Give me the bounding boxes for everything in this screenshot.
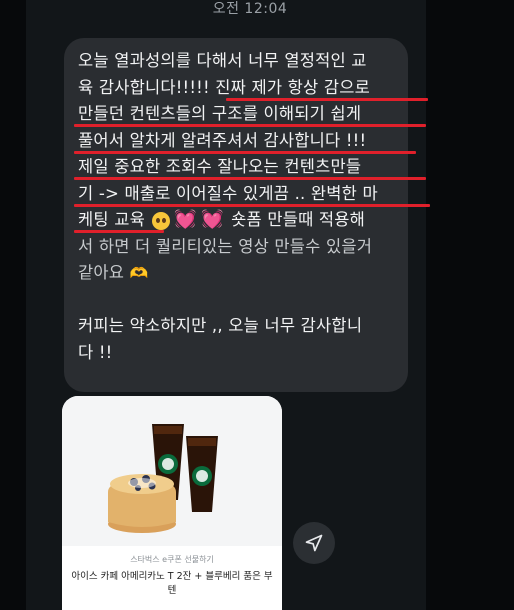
gift-product-image bbox=[62, 396, 282, 546]
highlight-underline-4 bbox=[74, 177, 426, 180]
background-right bbox=[426, 0, 514, 610]
message-line-7-text: 케팅 교육 bbox=[78, 210, 145, 229]
message-line-1: 오늘 열과성의를 다해서 너무 열정적인 교 bbox=[78, 51, 367, 70]
send-icon bbox=[305, 534, 323, 552]
pleading-face-emoji-icon bbox=[152, 211, 171, 230]
gift-card-title-line1: 아이스 카페 아메리카노 T 2잔 + 블루베리 품은 부 bbox=[71, 571, 273, 582]
message-line-9-text: 같아요 bbox=[78, 263, 125, 282]
message-line-11: 다 !! bbox=[78, 342, 113, 362]
coffee-and-cake-illustration bbox=[108, 424, 218, 533]
background-left bbox=[0, 0, 26, 610]
gift-card-title: 아이스 카페 아메리카노 T 2잔 + 블루베리 품은 부 텐 bbox=[68, 570, 276, 598]
message-bubble[interactable]: 오늘 열과성의를 다해서 너무 열정적인 교 육 감사합니다!!!!! 진짜 제… bbox=[64, 38, 408, 392]
message-line-10: 커피는 약소하지만 ,, 오늘 너무 감사합니 bbox=[78, 316, 363, 335]
heart-hands-emoji-icon: 🫶 bbox=[129, 264, 149, 283]
highlight-underline-6 bbox=[74, 230, 164, 233]
message-line-9: 같아요 🫶 bbox=[78, 260, 408, 287]
highlight-underline-1 bbox=[226, 98, 428, 101]
gift-card-subtitle: 스타벅스 e쿠폰 선물하기 bbox=[130, 555, 214, 564]
highlight-underline-5 bbox=[74, 204, 430, 207]
highlight-underline-3 bbox=[74, 151, 416, 154]
message-timestamp: 오전 12:04 bbox=[212, 1, 288, 17]
message-line-8: 서 하면 더 퀄리티있는 영상 만들수 있을거 bbox=[78, 236, 373, 256]
share-button[interactable] bbox=[293, 522, 335, 564]
highlight-underline-2 bbox=[74, 124, 426, 127]
heart-emoji-icon: 💓 bbox=[174, 209, 198, 231]
gift-card-title-line2: 텐 bbox=[167, 585, 177, 596]
message-line-7-tail: 숏폼 만들때 적용해 bbox=[231, 210, 366, 229]
chat-screen: 오전 12:04 오늘 열과성의를 다해서 너무 열정적인 교 육 감사합니다!… bbox=[0, 0, 514, 610]
gift-card[interactable]: 스타벅스 e쿠폰 선물하기 아이스 카페 아메리카노 T 2잔 + 블루베리 품… bbox=[62, 396, 282, 610]
heart-emoji-icon-2: 💓 bbox=[201, 209, 224, 231]
